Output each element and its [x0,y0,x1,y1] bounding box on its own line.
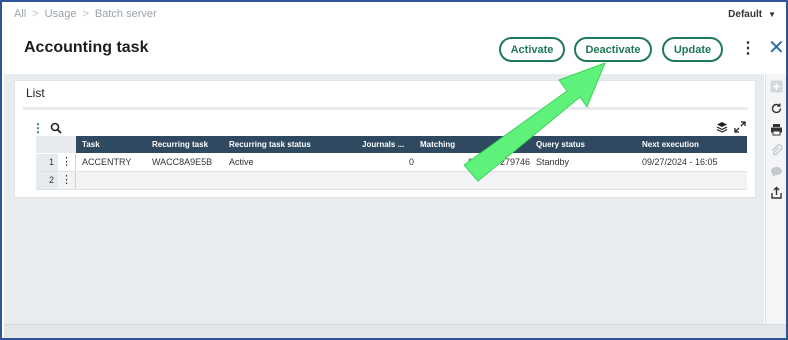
row-number: 1 [36,154,58,171]
cell-status: Active [229,157,254,167]
caret-down-icon: ▼ [768,10,776,19]
plus-icon[interactable] [770,80,783,93]
cell-task: ACCENTRY [82,157,132,167]
cell-matching: 8 [467,157,473,167]
cell-query-status: Standby [536,157,570,167]
row-menu-icon[interactable]: ⋮ [58,154,76,171]
breadcrumb-separator: > [32,8,39,20]
export-icon[interactable] [770,186,783,199]
list-title: List [26,86,45,100]
more-actions-icon[interactable]: ⋮ [740,41,756,57]
header-matching[interactable]: Matching [420,136,470,153]
profile-label: Default [728,9,763,20]
row-number: 2 [36,172,58,189]
list-menu-icon[interactable]: ⋮ [32,121,44,135]
header-journals[interactable]: Journals ... [362,136,410,153]
header-row-number [36,136,76,153]
expand-icon[interactable] [734,120,746,133]
cell-journals: 0 [408,157,414,167]
app-window: All > Usage > Batch server Default ▼ Acc… [0,0,788,340]
table-row[interactable]: 2 ⋮ [36,172,747,189]
header-column-6[interactable] [476,136,526,153]
activate-button[interactable]: Activate [499,37,565,62]
cell-next-execution: 09/27/2024 - 16:05 [642,157,718,167]
row-divider [36,189,747,190]
refresh-icon[interactable] [770,102,783,115]
profile-selector[interactable]: Default ▼ [728,9,776,20]
grid-header: Task Recurring task Recurring task statu… [36,136,747,153]
divider [23,107,748,110]
header-task[interactable]: Task [82,136,142,153]
breadcrumb-usage[interactable]: Usage [45,8,77,20]
breadcrumb: All > Usage > Batch server [14,8,157,20]
close-icon[interactable]: ✕ [768,38,785,58]
page-title: Accounting task [24,39,149,56]
right-toolbar [765,74,786,324]
table-row[interactable]: 1 ⋮ ACCENTRY WACC8A9E5B Active 0 8 27974… [36,154,747,171]
status-bar [4,324,786,338]
header-recurring-task-status[interactable]: Recurring task status [229,136,349,153]
row-menu-icon[interactable]: ⋮ [58,172,76,189]
deactivate-button[interactable]: Deactivate [574,37,652,62]
comment-icon[interactable] [770,165,783,178]
breadcrumb-separator: > [82,8,89,20]
breadcrumb-batch-server[interactable]: Batch server [95,8,157,20]
header-query-status[interactable]: Query status [536,136,626,153]
list-panel: List ⋮ Task Recurring task Recurring tas… [14,80,756,198]
print-icon[interactable] [770,123,783,136]
breadcrumb-all[interactable]: All [14,8,26,20]
header-next-execution[interactable]: Next execution [642,136,742,153]
attachment-icon[interactable] [770,144,783,157]
cell-column-6: 279746 [499,157,530,167]
header-recurring-task[interactable]: Recurring task [152,136,222,153]
layers-icon[interactable] [716,120,728,133]
search-icon[interactable] [50,121,62,134]
cell-recurring-task: WACC8A9E5B [152,157,213,167]
update-button[interactable]: Update [662,37,723,62]
